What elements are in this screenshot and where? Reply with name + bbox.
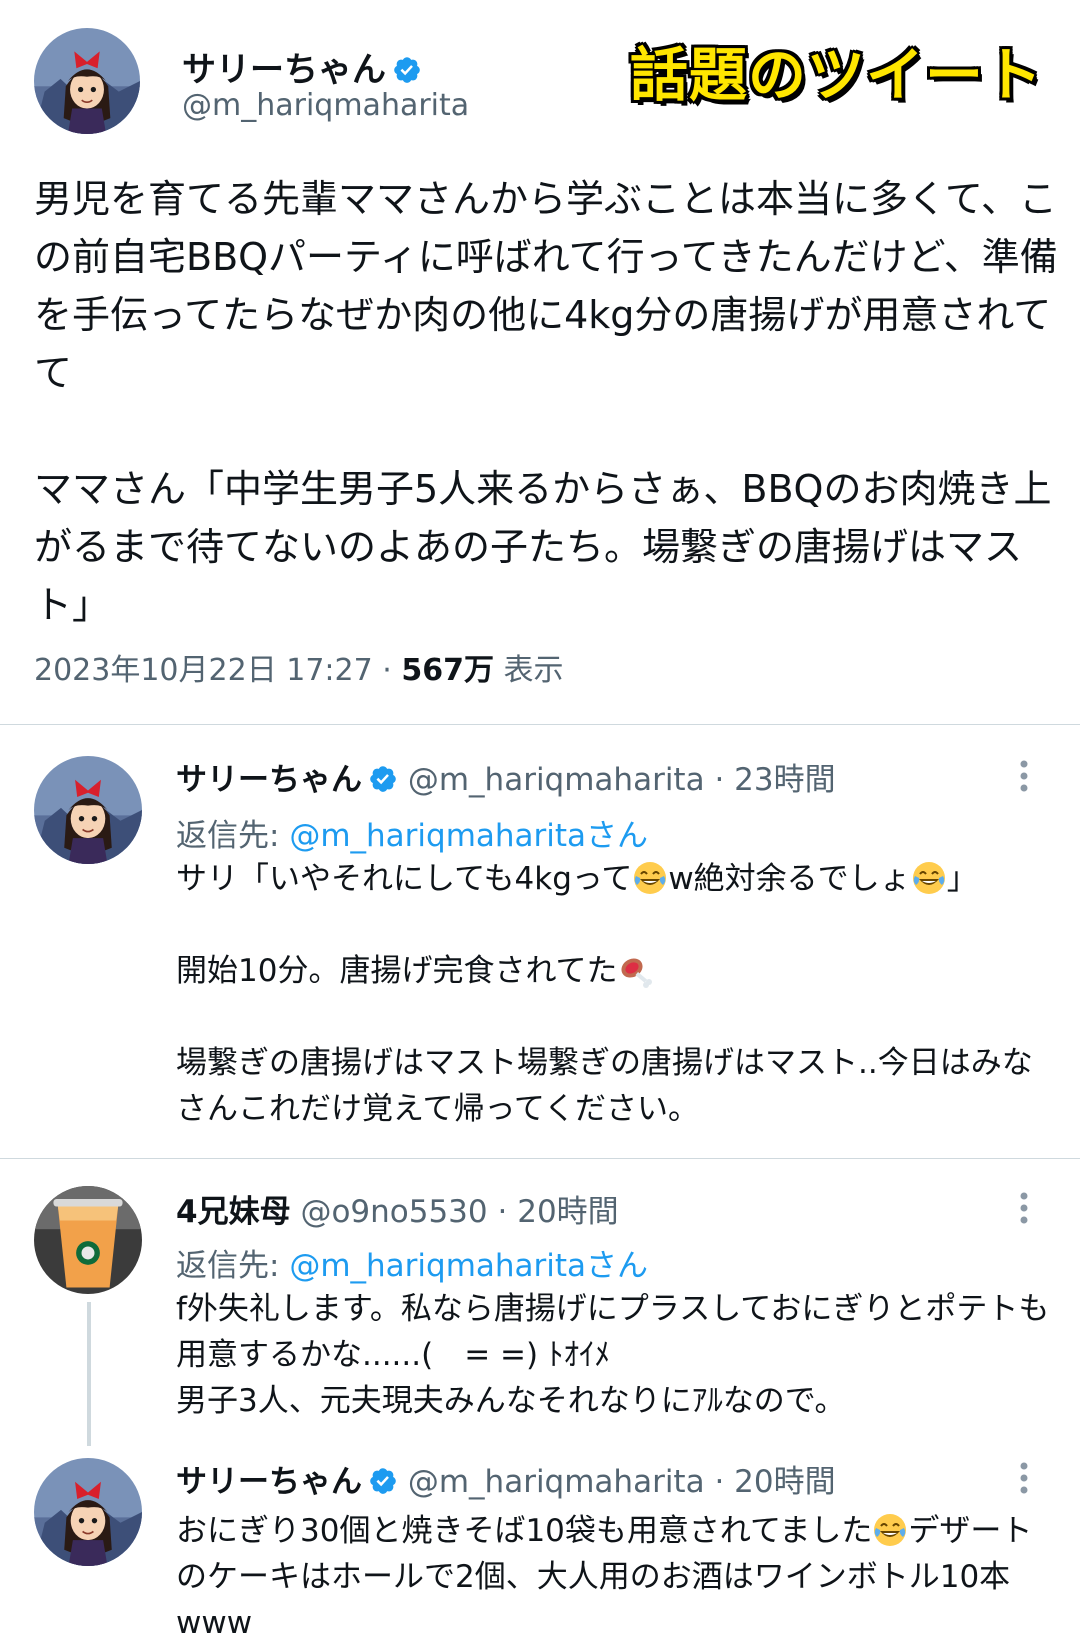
main-author-name-text[interactable]: サリーちゃん <box>182 50 386 90</box>
reply-1-line-2-text: 開始10分。唐揚げ完食されてた <box>176 953 618 989</box>
reply-3-header: サリーちゃん @m_hariqmaharita · 20時間 <box>176 1456 836 1501</box>
reply-1-author-handle[interactable]: @m_hariqmaharita <box>408 762 705 798</box>
reply-3-line-1: おにぎり30個と焼きそば10袋も用意されてました デザートのケーキはホールで2個、… <box>176 1508 1056 1646</box>
reply-to-prefix: 返信先: <box>176 1248 290 1284</box>
reply-2-reply-to: 返信先: @m_hariqmaharitaさん <box>176 1240 648 1285</box>
reply-to-link[interactable]: @m_hariqmaharitaさん <box>289 1248 648 1284</box>
reply-1-dot: · <box>714 762 725 798</box>
reply-1-avatar[interactable] <box>34 756 142 864</box>
reply-2-line-2: 男子3人、元夫現夫みんなそれなりにｱﾙなので。 <box>176 1383 846 1419</box>
reply-3-dot: · <box>714 1464 725 1500</box>
divider <box>0 1158 1080 1159</box>
laugh-emoji-icon <box>911 860 947 896</box>
more-options-icon[interactable] <box>1010 1458 1038 1498</box>
reply-3-author-name[interactable]: サリーちゃん <box>176 1464 362 1500</box>
reply-2-time[interactable]: 20時間 <box>517 1194 618 1230</box>
reply-2-line-1: f外失礼します。私なら唐揚げにプラスしておにぎりとポテトも用意するかな.....… <box>176 1291 1050 1373</box>
reply-2-author-name[interactable]: 4兄妹母 <box>176 1194 291 1230</box>
reply-1-line-1-b: w絶対余るでしょ <box>668 861 911 897</box>
trending-badge: 話題のツイート <box>630 41 1044 109</box>
reply-3-line-1-a: おにぎり30個と焼きそば10袋も用意されてました <box>176 1513 873 1549</box>
divider <box>0 724 1080 725</box>
tweet-timestamp[interactable]: 2023年10月22日 17:27 <box>34 653 373 688</box>
reply-1-line-1-a: サリ「いやそれにしても4kgって <box>176 861 633 897</box>
reply-3-text: おにぎり30個と焼きそば10袋も用意されてました デザートのケーキはホールで2個、… <box>176 1508 1056 1646</box>
reply-to-prefix: 返信先: <box>176 818 290 854</box>
reply-1-author-name[interactable]: サリーちゃん <box>176 762 362 798</box>
reply-2-text: f外失礼します。私なら唐揚げにプラスしておにぎりとポテトも用意するかな.....… <box>176 1286 1056 1424</box>
view-label: 表示 <box>503 653 564 688</box>
reply-2-avatar[interactable] <box>34 1186 142 1294</box>
reply-2-author-handle[interactable]: @o9no5530 <box>300 1194 487 1230</box>
main-author-handle[interactable]: @m_hariqmaharita <box>182 88 469 123</box>
verified-icon <box>368 1466 398 1496</box>
main-tweet-paragraph-2: ママさん「中学生男子5人来るからさぁ、BBQのお肉焼き上がるまで待てないのよあの… <box>34 467 1052 627</box>
more-options-icon[interactable] <box>1010 756 1038 796</box>
verified-icon <box>368 764 398 794</box>
main-tweet-paragraph-1: 男児を育てる先輩ママさんから学ぶことは本当に多くて、この前自宅BBQパーティに呼… <box>34 177 1058 395</box>
verified-icon <box>392 54 422 84</box>
reply-1-text: サリ「いやそれにしても4kgって w絶対余るでしょ」 開始10分。唐揚げ完食されて… <box>176 856 1056 1132</box>
tweet-meta: 2023年10月22日 17:27 · 567万 表示 <box>34 645 564 689</box>
main-tweet-text: 男児を育てる先輩ママさんから学ぶことは本当に多くて、この前自宅BBQパーティに呼… <box>34 170 1064 634</box>
reply-1-line-1: サリ「いやそれにしても4kgって w絶対余るでしょ」 <box>176 856 1056 902</box>
main-author-name[interactable]: サリーちゃん <box>182 42 422 91</box>
reply-3-avatar[interactable] <box>34 1458 142 1566</box>
main-avatar[interactable] <box>34 28 140 134</box>
reply-3-author-handle[interactable]: @m_hariqmaharita <box>408 1464 705 1500</box>
view-count[interactable]: 567万 <box>401 653 494 688</box>
reply-1-line-1-c: 」 <box>946 861 978 897</box>
meta-separator: · <box>382 653 392 688</box>
reply-2-header: 4兄妹母 @o9no5530 · 20時間 <box>176 1186 619 1231</box>
more-options-icon[interactable] <box>1010 1188 1038 1228</box>
reply-1-line-3: 場繋ぎの唐揚げはマスト場繋ぎの唐揚げはマスト..今日はみなさんこれだけ覚えて帰っ… <box>176 1045 1033 1127</box>
reply-1-line-2: 開始10分。唐揚げ完食されてた <box>176 948 1056 994</box>
reply-2-dot: · <box>497 1194 508 1230</box>
thread-line <box>87 1302 91 1446</box>
reply-1-header: サリーちゃん @m_hariqmaharita · 23時間 <box>176 754 836 799</box>
laugh-emoji-icon <box>872 1512 908 1548</box>
reply-3-time[interactable]: 20時間 <box>734 1464 835 1500</box>
laugh-emoji-icon <box>632 860 668 896</box>
reply-to-link[interactable]: @m_hariqmaharitaさん <box>289 818 648 854</box>
reply-1-time[interactable]: 23時間 <box>734 762 835 798</box>
meat-emoji-icon <box>618 952 654 988</box>
reply-1-reply-to: 返信先: @m_hariqmaharitaさん <box>176 810 648 855</box>
